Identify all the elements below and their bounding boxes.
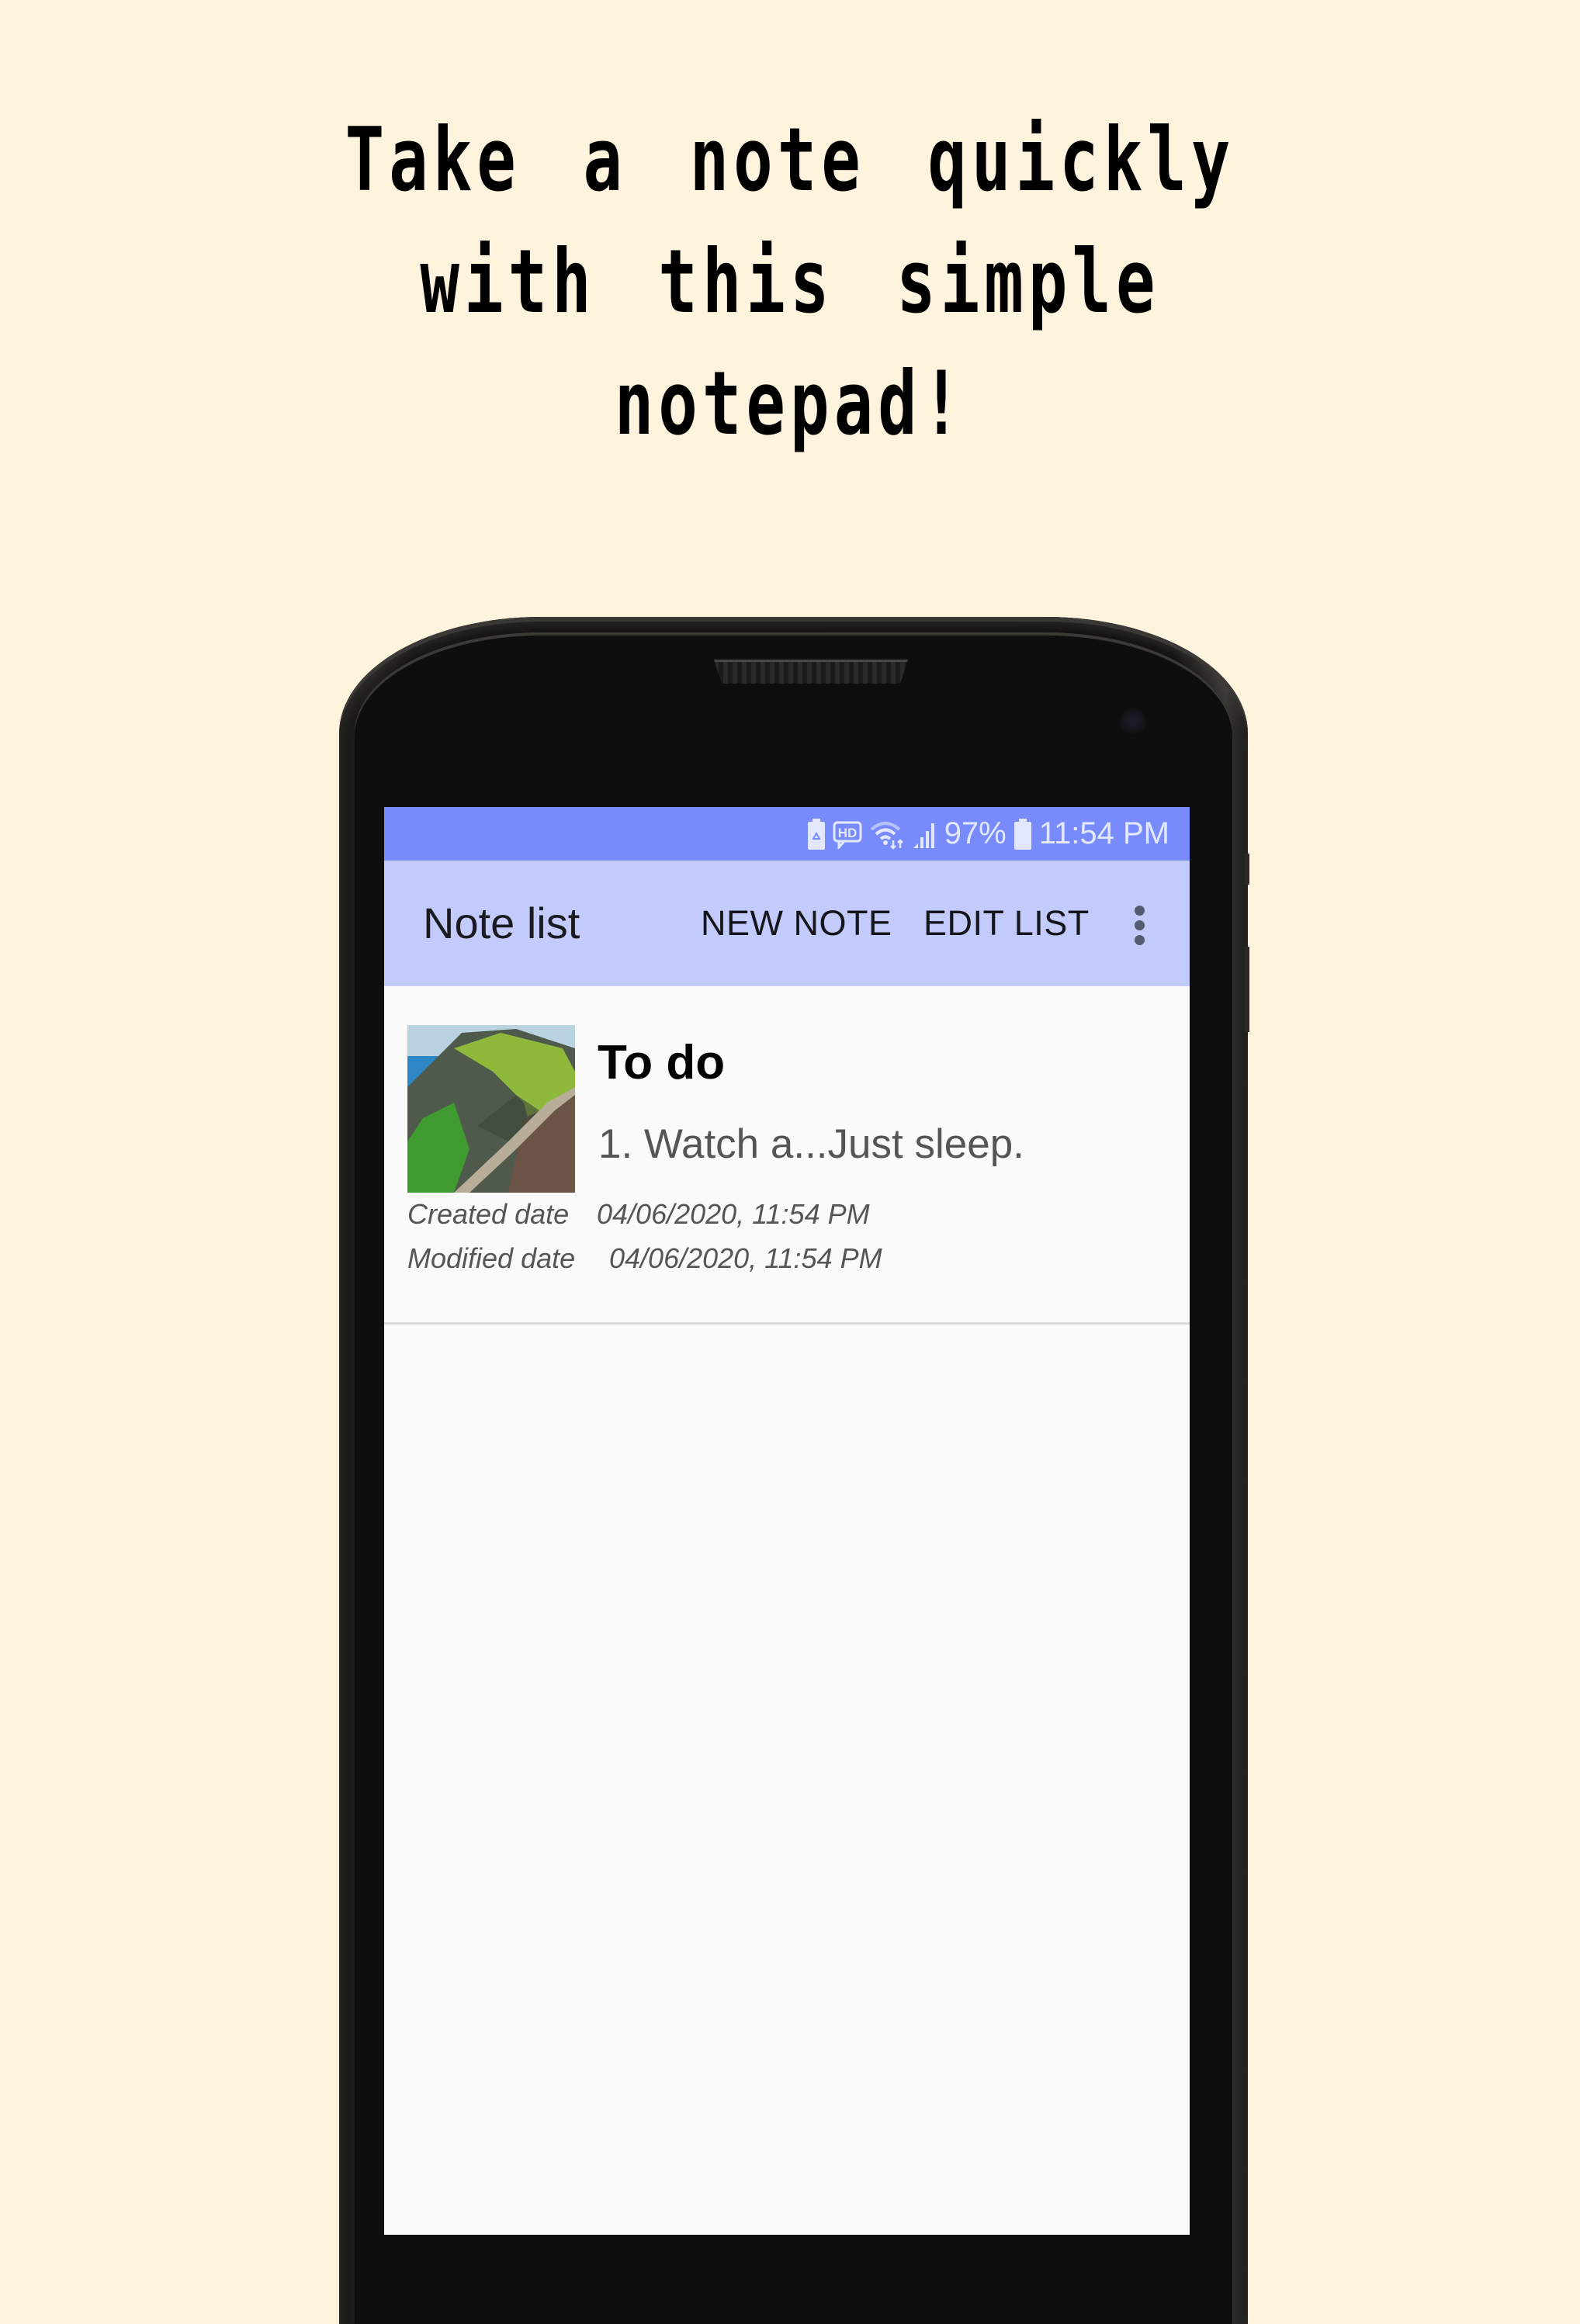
page-title: Note list xyxy=(423,899,580,947)
earpiece-speaker xyxy=(714,660,908,684)
phone-side-button xyxy=(1245,854,1249,885)
created-date-label: Created date xyxy=(407,1198,570,1230)
wifi-data-icon xyxy=(870,819,906,850)
note-thumbnail xyxy=(407,1025,575,1193)
status-icons: HD 97% 11:54 PM xyxy=(807,807,1169,861)
created-date-value: 04/06/2020, 11:54 PM xyxy=(597,1198,870,1230)
phone-volume-button xyxy=(1245,947,1249,1032)
hd-voice-icon: HD xyxy=(833,819,862,849)
svg-text:HD: HD xyxy=(837,826,857,840)
more-vertical-icon[interactable] xyxy=(1127,906,1153,945)
note-list-item[interactable]: To do 1. Watch a...Just sleep. Created d… xyxy=(384,986,1190,1325)
signal-icon xyxy=(913,819,937,850)
status-time: 11:54 PM xyxy=(1038,816,1169,850)
cliff-photo-image xyxy=(407,1025,575,1193)
app-bar: Note list NEW NOTE EDIT LIST xyxy=(384,861,1190,986)
battery-icon xyxy=(1013,818,1031,850)
promo-headline: Take a note quickly with this simple not… xyxy=(0,99,1580,465)
edit-list-button[interactable]: EDIT LIST xyxy=(923,861,1090,986)
modified-date-value: 04/06/2020, 11:54 PM xyxy=(609,1242,882,1274)
created-date-row: Created date 04/06/2020, 11:54 PM xyxy=(407,1198,870,1230)
headline-line-3: notepad! xyxy=(614,352,966,455)
note-preview: 1. Watch a...Just sleep. xyxy=(598,1121,1024,1167)
new-note-button[interactable]: NEW NOTE xyxy=(701,861,892,986)
battery-percent: 97% xyxy=(944,816,1007,850)
modified-date-label: Modified date xyxy=(407,1242,576,1274)
modified-date-row: Modified date 04/06/2020, 11:54 PM xyxy=(407,1242,882,1274)
status-bar: HD 97% 11:54 PM xyxy=(384,807,1190,861)
front-camera-icon xyxy=(1120,708,1146,734)
battery-saver-icon xyxy=(807,818,825,850)
note-title: To do xyxy=(598,1036,726,1089)
phone-screen: HD 97% 11:54 PM Note list NEW NOTE EDIT … xyxy=(384,807,1190,2235)
